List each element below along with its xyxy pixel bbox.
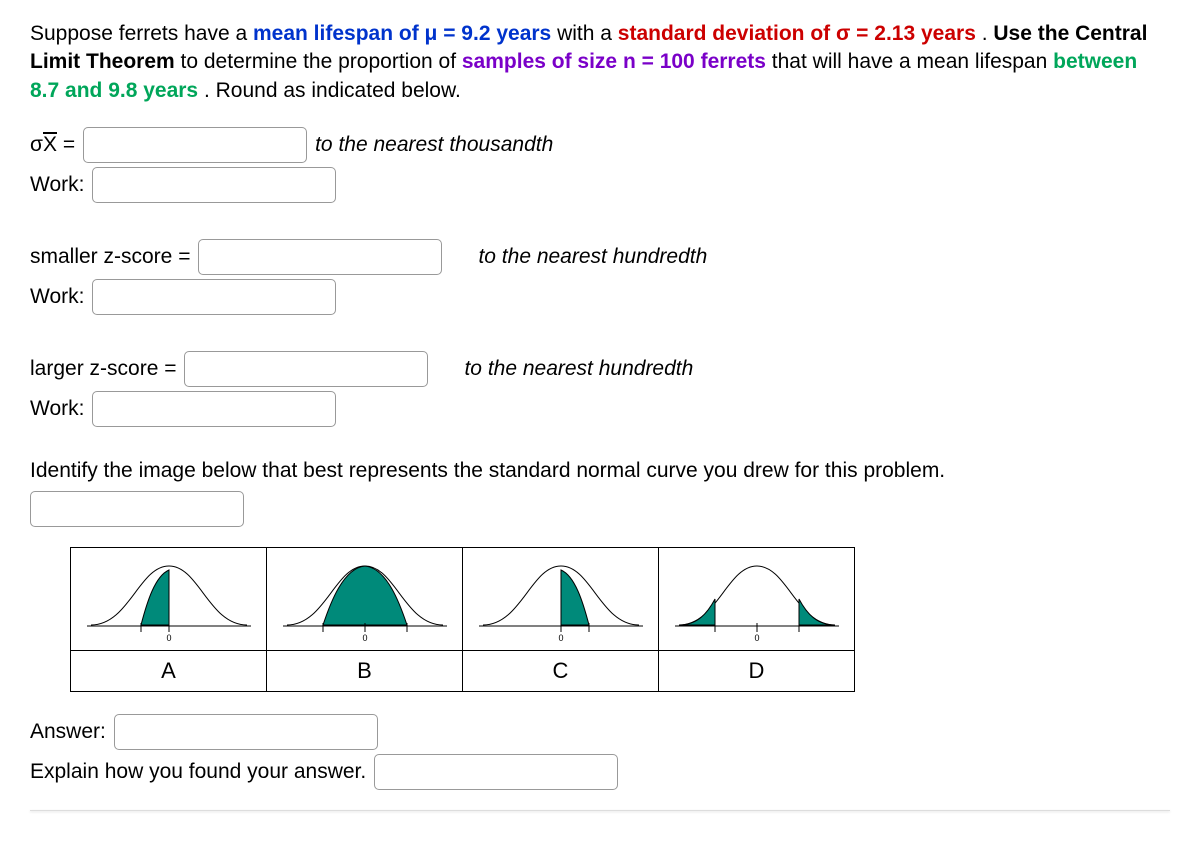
q-seg-2: with a — [557, 22, 618, 45]
q-sample: samples of size n = 100 ferrets — [462, 50, 766, 73]
identify-input[interactable] — [30, 491, 244, 527]
xbar-letter: X — [43, 133, 57, 156]
work-input-1[interactable] — [92, 167, 336, 203]
curve-D-svg: 0 — [667, 554, 847, 644]
svg-text:0: 0 — [558, 633, 563, 643]
q-seg-5: that will have a mean lifespan — [772, 50, 1053, 73]
svg-text:0: 0 — [362, 633, 367, 643]
larger-z-input[interactable] — [184, 351, 428, 387]
svg-text:0: 0 — [754, 633, 759, 643]
answer-input[interactable] — [114, 714, 378, 750]
sigma-xbar-input[interactable] — [83, 127, 307, 163]
explain-row: Explain how you found your answer. — [30, 754, 1170, 790]
smaller-z-row: smaller z-score = to the nearest hundred… — [30, 239, 1170, 275]
answer-label: Answer: — [30, 720, 106, 744]
answer-row: Answer: — [30, 714, 1170, 750]
q-seg-4: to determine the proportion of — [181, 50, 462, 73]
explain-input[interactable] — [374, 754, 618, 790]
q-seg-3: . — [982, 22, 994, 45]
hint-thousandth: to the nearest thousandth — [315, 133, 553, 157]
q-mean: mean lifespan of μ = 9.2 years — [253, 22, 551, 45]
work-input-2[interactable] — [92, 279, 336, 315]
equals-1: = — [57, 133, 75, 156]
curve-B-cell: 0 — [267, 548, 463, 651]
q-seg-6: . Round as indicated below. — [204, 79, 461, 102]
curve-D-cell: 0 — [659, 548, 855, 651]
curve-B-svg: 0 — [275, 554, 455, 644]
sigma-symbol: σ — [30, 133, 43, 156]
work-row-3: Work: — [30, 391, 1170, 427]
hint-hundredth-2: to the nearest hundredth — [464, 357, 693, 381]
sigma-xbar-row: σX = to the nearest thousandth — [30, 127, 1170, 163]
work-label-1: Work: — [30, 173, 84, 197]
work-input-3[interactable] — [92, 391, 336, 427]
xbar-symbol: X — [43, 133, 57, 157]
curve-A-svg: 0 — [79, 554, 259, 644]
sigma-xbar-label: σX = — [30, 133, 75, 157]
curves-table: 0 0 0 — [70, 547, 855, 692]
work-label-3: Work: — [30, 397, 84, 421]
identify-text: Identify the image below that best repre… — [30, 459, 1170, 483]
letter-A: A — [71, 651, 267, 692]
hint-hundredth-1: to the nearest hundredth — [478, 245, 707, 269]
q-seg-1: Suppose ferrets have a — [30, 22, 253, 45]
footer-divider — [30, 810, 1170, 811]
smaller-z-label: smaller z-score = — [30, 245, 190, 269]
curve-A-cell: 0 — [71, 548, 267, 651]
q-stddev: standard deviation of σ = 2.13 years — [618, 22, 976, 45]
smaller-z-input[interactable] — [198, 239, 442, 275]
larger-z-row: larger z-score = to the nearest hundredt… — [30, 351, 1170, 387]
curve-C-svg: 0 — [471, 554, 651, 644]
work-label-2: Work: — [30, 285, 84, 309]
explain-label: Explain how you found your answer. — [30, 760, 366, 784]
letter-B: B — [267, 651, 463, 692]
curve-C-cell: 0 — [463, 548, 659, 651]
larger-z-label: larger z-score = — [30, 357, 176, 381]
work-row-2: Work: — [30, 279, 1170, 315]
letter-C: C — [463, 651, 659, 692]
letter-D: D — [659, 651, 855, 692]
work-row-1: Work: — [30, 167, 1170, 203]
question-text: Suppose ferrets have a mean lifespan of … — [30, 20, 1170, 105]
svg-text:0: 0 — [166, 633, 171, 643]
